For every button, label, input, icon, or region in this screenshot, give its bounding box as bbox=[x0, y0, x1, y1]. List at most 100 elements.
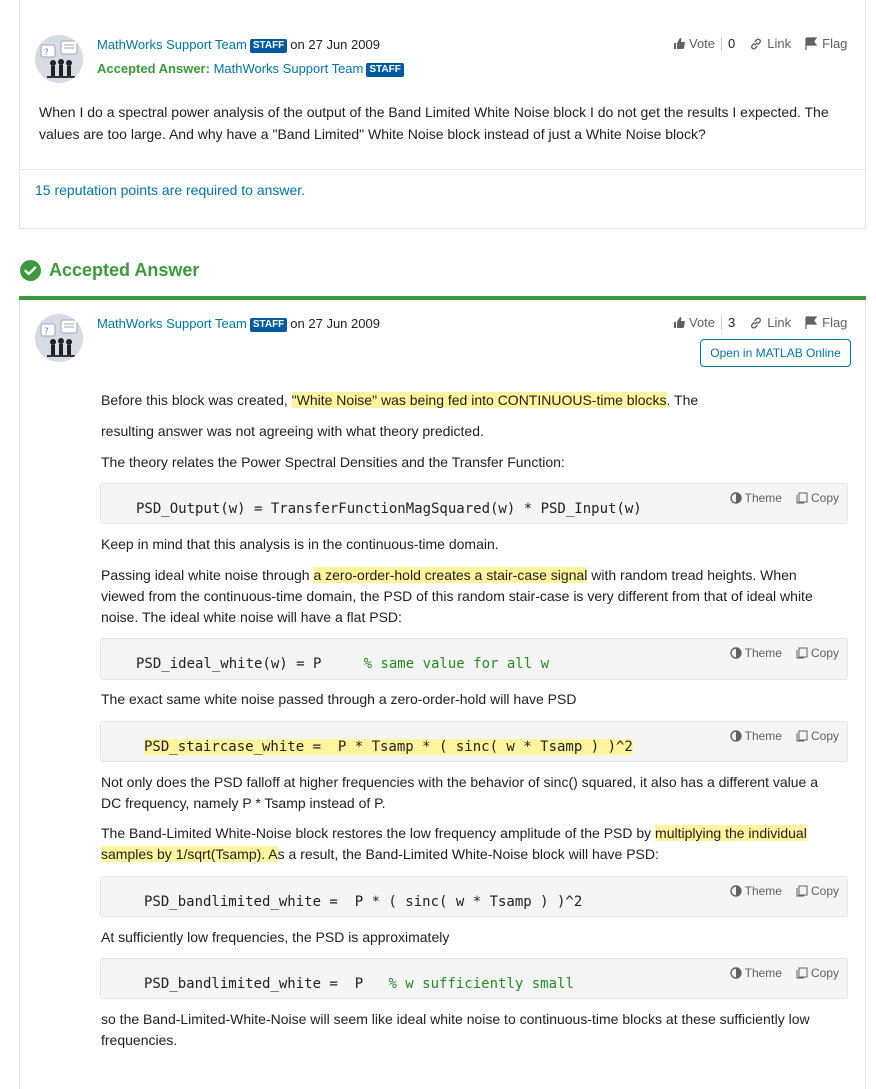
link-button[interactable]: Link bbox=[749, 36, 791, 51]
theme-button[interactable]: Theme bbox=[729, 646, 782, 660]
code-text: PSD_bandlimited_white = P bbox=[144, 976, 389, 992]
link-icon bbox=[749, 37, 763, 51]
theme-label: Theme bbox=[744, 491, 782, 505]
answer-paragraph-2: resulting answer was not agreeing with w… bbox=[101, 423, 484, 439]
answer-paragraph-3: The theory relates the Power Spectral De… bbox=[101, 454, 565, 470]
code-text: PSD_ideal_white(w) = P bbox=[136, 656, 364, 672]
answer-paragraph-9: At sufficiently low frequencies, the PSD… bbox=[101, 929, 450, 945]
accepted-answer-heading: Accepted Answer bbox=[20, 260, 199, 281]
text-span: Before this block was created, bbox=[101, 392, 292, 408]
text-span: The Band-Limited White-Noise block resto… bbox=[101, 825, 656, 841]
copy-label: Copy bbox=[810, 884, 839, 898]
copy-button[interactable]: Copy bbox=[796, 491, 839, 505]
theme-button[interactable]: Theme bbox=[729, 729, 782, 743]
copy-icon bbox=[796, 730, 808, 742]
copy-button[interactable]: Copy bbox=[796, 646, 839, 660]
link-icon bbox=[749, 316, 763, 330]
copy-label: Copy bbox=[810, 491, 839, 505]
code-block-3: PSD_staircase_white = P * Tsamp * ( sinc… bbox=[100, 721, 848, 762]
answer-date: on 27 Jun 2009 bbox=[290, 316, 380, 331]
question-author-line: MathWorks Support Team STAFF on 27 Jun 200… bbox=[97, 37, 380, 53]
theme-button[interactable]: Theme bbox=[729, 966, 782, 980]
code-tools: Theme Copy bbox=[729, 729, 839, 743]
copy-button[interactable]: Copy bbox=[796, 729, 839, 743]
answer-author-line: MathWorks Support Team STAFF on 27 Jun 200… bbox=[97, 316, 380, 332]
highlighted-text: "White Noise" was being fed into CONTINU… bbox=[291, 392, 667, 408]
answer-paragraph-6: The exact same white noise passed throug… bbox=[101, 691, 577, 707]
code-line: PSD_ideal_white(w) = P % same value for … bbox=[136, 656, 549, 672]
open-in-matlab-online-button[interactable]: Open in MATLAB Online bbox=[700, 339, 851, 367]
vote-button[interactable]: Vote bbox=[673, 36, 715, 51]
vote-count: 3 bbox=[728, 315, 736, 330]
theme-button[interactable]: Theme bbox=[729, 491, 782, 505]
highlighted-text: multiplying the individual bbox=[655, 825, 807, 841]
answer-author-link[interactable]: MathWorks Support Team bbox=[97, 316, 247, 331]
check-circle-icon bbox=[20, 260, 41, 281]
copy-button[interactable]: Copy bbox=[796, 884, 839, 898]
flag-button[interactable]: Flag bbox=[805, 36, 847, 51]
theme-label: Theme bbox=[744, 966, 782, 980]
svg-text:?: ? bbox=[44, 327, 49, 337]
text-span: Passing ideal white noise through bbox=[101, 567, 314, 583]
copy-icon bbox=[796, 492, 808, 504]
accepted-answer-author-link[interactable]: MathWorks Support Team bbox=[214, 61, 364, 76]
highlighted-text: a zero-order-hold creates a stair-case s… bbox=[313, 567, 588, 583]
theme-label: Theme bbox=[744, 884, 782, 898]
flag-icon bbox=[805, 316, 818, 329]
code-block-5: PSD_bandlimited_white = P % w sufficient… bbox=[100, 958, 848, 999]
code-line: PSD_bandlimited_white = P % w sufficient… bbox=[144, 976, 574, 992]
staff-badge: STAFF bbox=[249, 39, 288, 53]
question-author-link[interactable]: MathWorks Support Team bbox=[97, 37, 247, 52]
copy-label: Copy bbox=[810, 966, 839, 980]
author-avatar[interactable]: ? bbox=[35, 35, 83, 83]
copy-button[interactable]: Copy bbox=[796, 966, 839, 980]
copy-icon bbox=[796, 647, 808, 659]
answer-paragraph-4: Keep in mind that this analysis is in th… bbox=[101, 536, 499, 552]
answer-paragraph-10: so the Band-Limited-White-Noise will see… bbox=[101, 1011, 810, 1048]
copy-label: Copy bbox=[810, 729, 839, 743]
code-line: PSD_bandlimited_white = P * ( sinc( w * … bbox=[144, 894, 583, 910]
theme-button[interactable]: Theme bbox=[729, 884, 782, 898]
theme-label: Theme bbox=[744, 729, 782, 743]
question-divider bbox=[20, 169, 865, 170]
vote-count: 0 bbox=[728, 36, 736, 51]
code-block-4: PSD_bandlimited_white = P * ( sinc( w * … bbox=[100, 876, 848, 917]
vote-button[interactable]: Vote bbox=[673, 315, 715, 330]
copy-icon bbox=[796, 885, 808, 897]
question-body: When I do a spectral power analysis of t… bbox=[39, 104, 829, 142]
flag-button[interactable]: Flag bbox=[805, 315, 847, 330]
highlighted-code: PSD_staircase_white = P * Tsamp * ( sinc… bbox=[144, 739, 633, 755]
answer-actions: Vote 3 Link Flag bbox=[673, 315, 847, 330]
vote-label: Vote bbox=[689, 36, 716, 51]
thumbs-up-icon bbox=[673, 316, 685, 329]
text-span: . The bbox=[666, 392, 699, 408]
thumbs-up-icon bbox=[673, 37, 685, 50]
answer-paragraph-8: The Band-Limited White-Noise block resto… bbox=[101, 823, 841, 865]
link-button[interactable]: Link bbox=[749, 315, 791, 330]
accepted-answer-line: Accepted Answer: MathWorks Support Team S… bbox=[97, 61, 407, 77]
copy-label: Copy bbox=[810, 646, 839, 660]
theme-icon bbox=[729, 647, 742, 659]
link-label: Link bbox=[767, 315, 792, 330]
reputation-note: 15 reputation points are required to ans… bbox=[35, 182, 306, 198]
accepted-answer-title: Accepted Answer bbox=[49, 260, 200, 280]
code-line: PSD_Output(w) = TransferFunctionMagSquar… bbox=[136, 501, 642, 517]
code-tools: Theme Copy bbox=[729, 884, 839, 898]
vote-divider bbox=[721, 36, 723, 51]
code-line: PSD_staircase_white = P * Tsamp * ( sinc… bbox=[144, 739, 633, 755]
question-actions: Vote 0 Link Flag bbox=[673, 36, 847, 51]
question-date: on 27 Jun 2009 bbox=[290, 37, 380, 52]
copy-icon bbox=[796, 967, 808, 979]
theme-icon bbox=[729, 967, 742, 979]
theme-icon bbox=[729, 730, 742, 742]
flag-icon bbox=[805, 37, 818, 50]
answer-author-avatar[interactable]: ? bbox=[35, 314, 83, 362]
highlighted-text: samples by 1/sqrt(Tsamp). A bbox=[101, 846, 278, 862]
theme-icon bbox=[729, 885, 742, 897]
flag-label: Flag bbox=[822, 315, 848, 330]
vote-label: Vote bbox=[689, 315, 716, 330]
staff-badge: STAFF bbox=[366, 63, 404, 77]
link-label: Link bbox=[767, 36, 792, 51]
code-block-1: PSD_Output(w) = TransferFunctionMagSquar… bbox=[100, 483, 848, 524]
answer-paragraph-7: Not only does the PSD falloff at higher … bbox=[101, 774, 819, 811]
